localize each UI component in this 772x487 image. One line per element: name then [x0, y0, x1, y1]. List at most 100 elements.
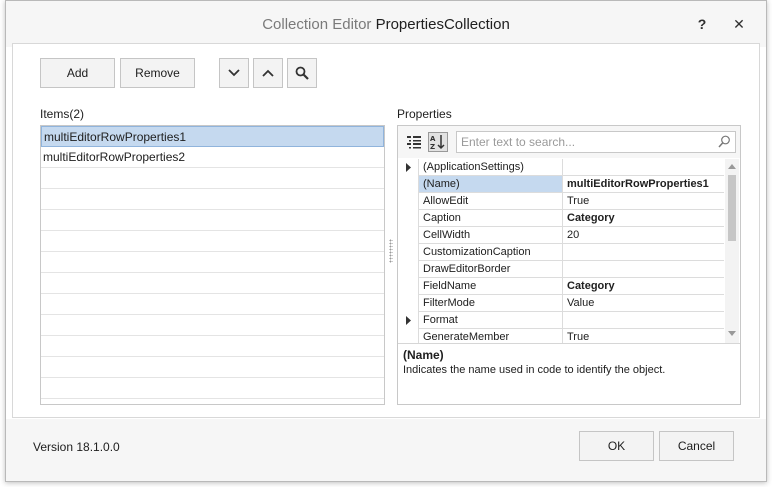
list-item[interactable]: multiEditorRowProperties2 [41, 147, 384, 168]
empty-row [41, 294, 384, 315]
version-label: Version 18.1.0.0 [33, 440, 120, 454]
property-search-box[interactable] [456, 131, 736, 153]
row-gutter [398, 329, 418, 343]
property-name: GenerateMember [418, 329, 562, 343]
scroll-down-arrow-icon[interactable] [728, 331, 736, 337]
description-title: (Name) [403, 348, 444, 362]
list-item[interactable]: multiEditorRowProperties1 [41, 126, 384, 147]
property-name: CustomizationCaption [418, 244, 562, 261]
property-row-filtermode[interactable]: FilterMode Value [398, 295, 724, 312]
move-down-button[interactable] [219, 58, 249, 88]
empty-row [41, 357, 384, 378]
remove-button[interactable]: Remove [120, 58, 195, 88]
splitter-handle[interactable] [389, 239, 393, 263]
property-name: DrawEditorBorder [418, 261, 562, 278]
property-grid-scrollbar[interactable] [725, 159, 739, 343]
property-value[interactable]: Category [562, 210, 724, 227]
property-value[interactable]: 20 [562, 227, 724, 244]
ok-button[interactable]: OK [579, 431, 654, 461]
window-title: Collection Editor PropertiesCollection [6, 16, 766, 33]
property-value[interactable] [562, 159, 724, 176]
empty-row [41, 252, 384, 273]
empty-row [41, 231, 384, 252]
property-value[interactable]: Category [562, 278, 724, 295]
magnifier-icon [295, 66, 309, 80]
property-grid-rows: (ApplicationSettings) (Name) multiEditor… [398, 159, 724, 343]
property-row-name[interactable]: (Name) multiEditorRowProperties1 [398, 176, 724, 193]
window-title-prefix: Collection Editor [262, 16, 372, 33]
dialog-client-area: Add Remove Items(2) multiEditorRowProper… [12, 43, 760, 418]
property-row-applicationsettings[interactable]: (ApplicationSettings) [398, 159, 724, 176]
property-value[interactable]: Value [562, 295, 724, 312]
property-value[interactable]: True [562, 193, 724, 210]
property-value[interactable]: multiEditorRowProperties1 [562, 176, 724, 193]
move-up-button[interactable] [253, 58, 283, 88]
row-gutter [398, 244, 418, 261]
row-gutter [398, 295, 418, 312]
close-button[interactable]: ✕ [729, 14, 749, 34]
expand-arrow-icon [406, 316, 411, 325]
empty-row [41, 273, 384, 294]
alphabetical-view-button[interactable]: A Z [428, 132, 448, 152]
row-gutter [398, 261, 418, 278]
property-name: Caption [418, 210, 562, 227]
categorized-view-button[interactable] [404, 132, 424, 152]
property-row-allowedit[interactable]: AllowEdit True [398, 193, 724, 210]
property-grid-toolbar: A Z [398, 126, 740, 158]
property-value[interactable] [562, 261, 724, 278]
chevron-down-icon [228, 69, 240, 77]
row-gutter [398, 210, 418, 227]
search-button[interactable] [287, 58, 317, 88]
row-gutter [398, 227, 418, 244]
property-name: (ApplicationSettings) [418, 159, 562, 176]
expand-arrow-icon [406, 163, 411, 172]
property-name: CellWidth [418, 227, 562, 244]
expand-toggle[interactable] [398, 159, 418, 176]
row-gutter [398, 278, 418, 295]
property-row-customizationcaption[interactable]: CustomizationCaption [398, 244, 724, 261]
property-name: AllowEdit [418, 193, 562, 210]
empty-row [41, 210, 384, 231]
property-row-format[interactable]: Format [398, 312, 724, 329]
cancel-button[interactable]: Cancel [659, 431, 734, 461]
empty-row [41, 378, 384, 399]
description-text: Indicates the name used in code to ident… [403, 364, 666, 376]
search-icon [718, 135, 730, 148]
row-gutter [398, 176, 418, 193]
property-value[interactable] [562, 312, 724, 329]
categorized-list-icon [407, 136, 421, 149]
property-value[interactable] [562, 244, 724, 261]
collection-editor-dialog: Collection Editor PropertiesCollection ?… [5, 0, 767, 482]
dialog-footer: Version 18.1.0.0 OK Cancel [6, 419, 766, 481]
property-description-panel: (Name) Indicates the name used in code t… [398, 343, 740, 404]
property-row-cellwidth[interactable]: CellWidth 20 [398, 227, 724, 244]
property-name: FilterMode [418, 295, 562, 312]
empty-row [41, 315, 384, 336]
property-name: FieldName [418, 278, 562, 295]
window-title-main: PropertiesCollection [375, 16, 510, 33]
sort-az-icon: A Z [430, 135, 445, 150]
items-label: Items(2) [40, 107, 85, 121]
svg-text:Z: Z [430, 143, 435, 150]
svg-text:A: A [430, 135, 436, 143]
row-gutter [398, 193, 418, 210]
title-bar: Collection Editor PropertiesCollection ?… [6, 1, 766, 47]
property-row-fieldname[interactable]: FieldName Category [398, 278, 724, 295]
properties-label: Properties [397, 107, 452, 121]
help-button[interactable]: ? [692, 14, 712, 34]
property-name: (Name) [418, 176, 562, 193]
property-value[interactable]: True [562, 329, 724, 343]
property-row-draweditorborder[interactable]: DrawEditorBorder [398, 261, 724, 278]
property-row-generatemember[interactable]: GenerateMember True [398, 329, 724, 343]
empty-row [41, 168, 384, 189]
chevron-up-icon [262, 69, 274, 77]
scrollbar-thumb[interactable] [728, 175, 736, 241]
property-search-input[interactable] [459, 133, 714, 151]
property-name: Format [418, 312, 562, 329]
add-button[interactable]: Add [40, 58, 115, 88]
expand-toggle[interactable] [398, 312, 418, 329]
property-row-caption[interactable]: Caption Category [398, 210, 724, 227]
empty-row [41, 189, 384, 210]
scroll-up-arrow-icon[interactable] [728, 163, 736, 169]
items-list[interactable]: multiEditorRowProperties1 multiEditorRow… [40, 125, 385, 405]
